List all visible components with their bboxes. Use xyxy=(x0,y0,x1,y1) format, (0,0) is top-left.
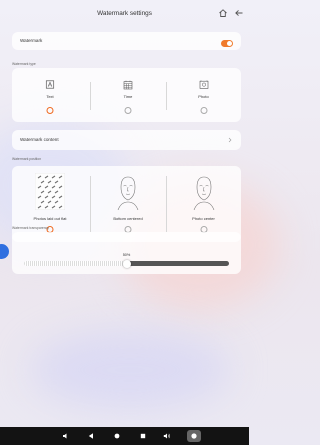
watermark-position-card: Photos laid out flat Bottom centered Pho… xyxy=(12,166,241,242)
header: Watermark settings xyxy=(0,0,249,30)
type-radio-text[interactable] xyxy=(46,107,54,114)
type-option-time[interactable]: Time xyxy=(90,68,166,122)
page-title: Watermark settings xyxy=(97,10,152,17)
watermark-type-section-label: Watermark type xyxy=(12,62,36,66)
watermark-transparency-card: 50% xyxy=(12,232,241,274)
position-option-label: Bottom centered xyxy=(113,216,143,221)
type-option-label: Time xyxy=(123,94,133,99)
photo-frame-icon xyxy=(199,80,209,90)
type-option-label: Text xyxy=(46,94,54,99)
recents-square-icon[interactable] xyxy=(139,432,147,440)
watermark-transparency-section-label: Watermark transparency xyxy=(12,226,49,230)
face-preview-icon xyxy=(113,173,143,210)
text-box-icon xyxy=(45,80,55,89)
back-arrow-icon[interactable] xyxy=(234,8,246,20)
type-option-photo[interactable]: Photo xyxy=(166,68,241,122)
volume-down-icon[interactable] xyxy=(62,432,70,440)
system-navbar xyxy=(0,427,249,445)
position-option-center[interactable]: Photo center xyxy=(166,166,241,242)
position-option-flat[interactable]: Photos laid out flat xyxy=(12,166,88,242)
transparency-slider-fill xyxy=(24,261,127,266)
volume-up-icon[interactable] xyxy=(163,432,171,440)
tiled-watermark-preview-icon xyxy=(35,173,65,210)
watermark-toggle-row[interactable]: Watermark xyxy=(12,32,241,50)
watermark-content-row[interactable]: Watermark content xyxy=(12,130,241,150)
position-option-bottom[interactable]: Bottom centered xyxy=(90,166,166,242)
position-option-label: Photo center xyxy=(192,216,215,221)
watermark-position-section-label: Watermark position xyxy=(12,157,42,161)
watermark-label: Watermark xyxy=(20,38,43,43)
app-active-icon[interactable] xyxy=(187,430,201,442)
back-triangle-icon[interactable] xyxy=(87,432,95,440)
type-radio-time[interactable] xyxy=(124,107,132,114)
floating-assist-button[interactable] xyxy=(0,244,9,259)
transparency-value: 50% xyxy=(122,253,131,257)
chevron-right-icon xyxy=(227,137,233,143)
position-option-label: Photos laid out flat xyxy=(33,216,67,221)
transparency-slider-rest xyxy=(126,261,229,266)
home-circle-icon[interactable] xyxy=(113,432,121,440)
type-radio-photo[interactable] xyxy=(200,107,207,114)
face-preview-icon xyxy=(189,173,219,210)
home-icon[interactable] xyxy=(218,8,230,20)
transparency-slider-knob[interactable] xyxy=(122,259,131,268)
type-option-label: Photo xyxy=(198,94,209,99)
calendar-grid-icon xyxy=(123,80,133,90)
type-option-text[interactable]: Text xyxy=(12,68,88,122)
watermark-content-label: Watermark content xyxy=(20,137,59,142)
watermark-type-card: Text Time Photo xyxy=(12,68,241,122)
watermark-switch[interactable] xyxy=(221,40,233,47)
